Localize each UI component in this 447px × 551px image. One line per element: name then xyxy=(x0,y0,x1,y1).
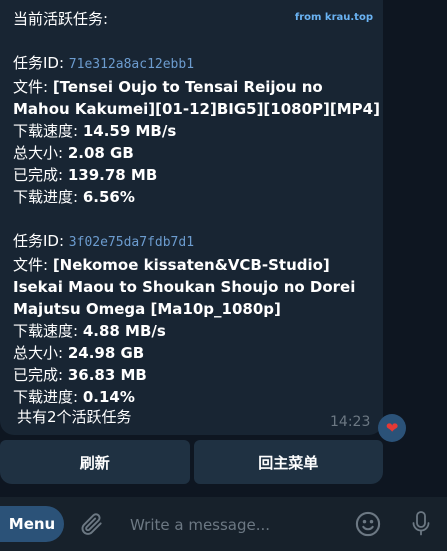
reaction-badge[interactable]: ❤ xyxy=(378,414,406,442)
task-file-line-cont: Isekai Maou to Shoukan Shoujo no Dorei xyxy=(13,276,378,298)
task-done-value: 36.83 MB xyxy=(67,366,147,384)
emoji-icon[interactable] xyxy=(354,510,382,538)
task-file-name-part1: [Nekomoe kissaten&VCB-Studio] xyxy=(52,256,330,274)
task-speed-value: 14.59 MB/s xyxy=(82,122,177,140)
refresh-button[interactable]: 刷新 xyxy=(0,440,190,484)
menu-button[interactable]: Menu xyxy=(0,506,64,542)
task-id-line: 任务ID: 3f02e75da7fdb7d1 xyxy=(13,230,378,254)
microphone-icon[interactable] xyxy=(409,509,433,539)
paperclip-icon[interactable] xyxy=(79,511,105,537)
task-done-line: 已完成: 139.78 MB xyxy=(13,164,378,186)
chat-area: from krau.top 当前活跃任务: 任务ID: 71e312a8ac12… xyxy=(0,0,447,497)
task-size-value: 24.98 GB xyxy=(67,344,145,362)
task-speed-label: 下载速度: xyxy=(13,122,83,140)
inline-keyboard: 刷新 回主菜单 xyxy=(0,440,383,484)
task-id-label: 任务ID: xyxy=(13,54,69,72)
task-file-name-part3: Majutsu Omega [Ma10p_1080p] xyxy=(13,300,281,318)
task-file-label: 文件: xyxy=(13,78,53,96)
message-header: 当前活跃任务: xyxy=(13,10,109,28)
task-progress-line: 下载进度: 6.56% xyxy=(13,186,378,208)
task-speed-value: 4.88 MB/s xyxy=(82,322,166,340)
task-id-value[interactable]: 3f02e75da7fdb7d1 xyxy=(69,235,194,250)
task-size-line: 总大小: 2.08 GB xyxy=(13,142,378,164)
task-size-line: 总大小: 24.98 GB xyxy=(13,342,378,364)
task-speed-line: 下载速度: 4.88 MB/s xyxy=(13,320,378,342)
task-done-value: 139.78 MB xyxy=(67,166,158,184)
task-speed-line: 下载速度: 14.59 MB/s xyxy=(13,120,378,142)
task-id-label: 任务ID: xyxy=(13,232,69,250)
task-file-line: 文件: [Tensei Oujo to Tensai Reijou no xyxy=(13,76,378,98)
task-summary: 共有2个活跃任务 xyxy=(17,408,132,426)
task-file-line: 文件: [Nekomoe kissaten&VCB-Studio] xyxy=(13,254,378,276)
task-size-label: 总大小: xyxy=(13,344,68,362)
task-progress-label: 下载进度: xyxy=(13,388,83,406)
heart-icon: ❤ xyxy=(385,419,399,437)
task-done-label: 已完成: xyxy=(13,166,68,184)
task-file-line-cont: Mahou Kakumei][01-12]BIG5][1080P][MP4] xyxy=(13,98,380,120)
task-file-line-cont: Majutsu Omega [Ma10p_1080p] xyxy=(13,298,378,320)
bot-message-bubble: from krau.top 当前活跃任务: 任务ID: 71e312a8ac12… xyxy=(0,0,406,442)
task-done-line: 已完成: 36.83 MB xyxy=(13,364,378,386)
task-done-label: 已完成: xyxy=(13,366,68,384)
message-time: 14:23 xyxy=(330,414,371,430)
task-speed-label: 下载速度: xyxy=(13,322,83,340)
task-file-name-part2: Isekai Maou to Shoukan Shoujo no Dorei xyxy=(13,278,356,296)
task-file-name-part1: [Tensei Oujo to Tensai Reijou no xyxy=(52,78,323,96)
task-size-value: 2.08 GB xyxy=(67,144,134,162)
task-file-label: 文件: xyxy=(13,256,53,274)
message-composer: Menu xyxy=(0,497,447,551)
task-progress-line: 下载进度: 0.14% xyxy=(13,386,378,408)
task-size-label: 总大小: xyxy=(13,144,68,162)
task-progress-value: 0.14% xyxy=(82,388,135,406)
message-input[interactable] xyxy=(128,511,342,539)
main-menu-button[interactable]: 回主菜单 xyxy=(193,440,383,484)
task-id-line: 任务ID: 71e312a8ac12ebb1 xyxy=(13,52,378,76)
task-progress-label: 下载进度: xyxy=(13,188,83,206)
task-progress-value: 6.56% xyxy=(82,188,135,206)
task-id-value[interactable]: 71e312a8ac12ebb1 xyxy=(69,57,194,72)
task-file-name-part2: Mahou Kakumei][01-12]BIG5][1080P][MP4] xyxy=(13,100,380,118)
message-text: 当前活跃任务: 任务ID: 71e312a8ac12ebb1 文件: [Tens… xyxy=(13,8,380,408)
